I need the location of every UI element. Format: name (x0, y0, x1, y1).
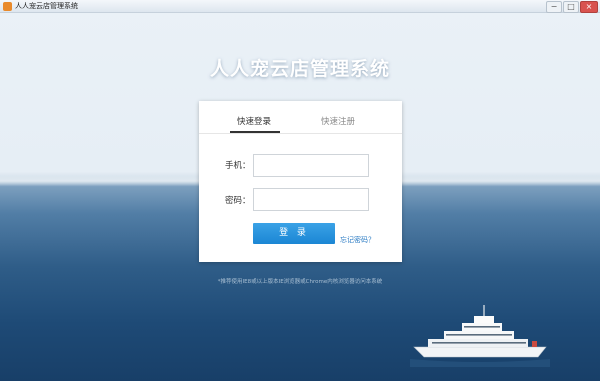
app-icon (3, 1, 12, 11)
phone-label: 手机： (225, 161, 251, 171)
window-controls: − □ × (546, 1, 598, 13)
yacht-image (410, 305, 550, 367)
forgot-password-link[interactable]: 忘记密码？ (340, 235, 375, 245)
close-icon[interactable]: × (580, 1, 598, 13)
login-tabs: 快速登录 快速注册 (199, 101, 402, 134)
page-title: 人人宠云店管理系统 (209, 58, 390, 80)
app-window: 人人宠云店管理系统 − □ × 人人宠云店管理系统 快速登录 快速注册 手机： … (0, 0, 600, 381)
tabs-divider (199, 133, 402, 134)
password-label: 密码： (225, 196, 251, 206)
minimize-icon[interactable]: − (546, 1, 562, 13)
tab-quick-login[interactable]: 快速登录 (237, 115, 271, 127)
title-bar: 人人宠云店管理系统 − □ × (0, 0, 600, 13)
phone-input[interactable] (253, 154, 369, 177)
tab-quick-register[interactable]: 快速注册 (321, 115, 355, 127)
login-card: 快速登录 快速注册 手机： 密码： 登 录 忘记密码？ (199, 101, 402, 262)
maximize-icon[interactable]: □ (563, 1, 579, 13)
login-button[interactable]: 登 录 (253, 223, 335, 244)
window-title: 人人宠云店管理系统 (15, 1, 78, 10)
browser-hint: *推荐使用IE8或以上版本IE浏览器或Chrome内核浏览器访问本系统 (217, 279, 383, 285)
password-input[interactable] (253, 188, 369, 211)
